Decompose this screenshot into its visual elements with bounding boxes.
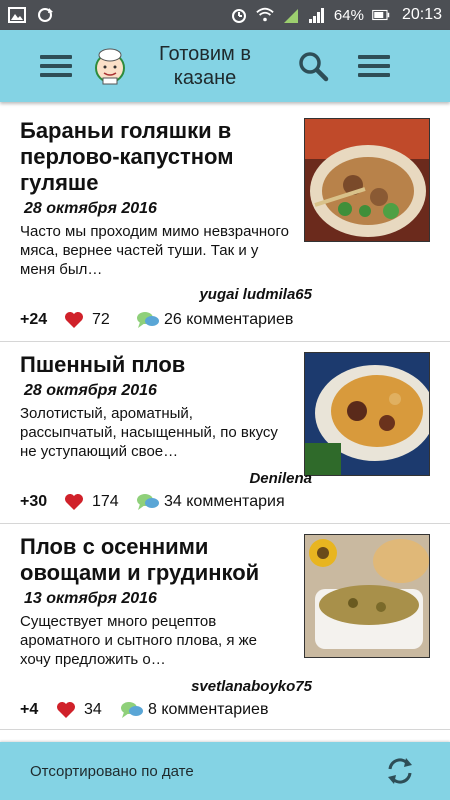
recipe-author[interactable]: Denilena [249,470,312,487]
recipe-stats: +30 174 34 комментария [20,492,285,512]
comment-bubble-icon[interactable] [136,310,160,330]
sim1-signal-icon [282,6,300,24]
recipe-thumbnail[interactable] [304,118,430,242]
recipe-excerpt: Золотистый, ароматный, рассыпчатый, насы… [20,405,278,460]
battery-percent: 64% [333,6,364,24]
comment-count[interactable]: 26 комментариев [164,311,293,329]
recipe-card[interactable]: Плов с осенними овощами и грудинкой 13 о… [0,524,450,730]
recipe-stats: +24 72 26 комментариев [20,310,293,330]
search-icon[interactable] [296,49,330,83]
recipe-date: 13 октября 2016 [24,590,157,607]
sort-label[interactable]: Отсортировано по дате [30,763,194,780]
recipe-card[interactable]: Пшенный плов 28 октября 2016 Золотистый,… [0,342,450,524]
refresh-icon[interactable] [384,755,416,787]
like-count: 174 [92,493,119,510]
like-count: 72 [92,311,110,328]
heart-icon[interactable] [56,701,76,719]
vote-count: +30 [20,493,48,510]
app-bar: Готовим в казане [0,30,450,102]
comment-count[interactable]: 8 комментариев [148,701,268,719]
vote-count: +24 [20,311,48,328]
gallery-icon [8,6,26,24]
recipe-excerpt: Часто мы проходим мимо невзрачного мяса,… [20,223,290,278]
recipe-date: 28 октября 2016 [24,200,157,217]
battery-icon [372,6,390,24]
recipe-date: 28 октября 2016 [24,382,157,399]
comment-bubble-icon[interactable] [120,700,144,720]
vote-count: +4 [20,701,39,718]
wifi-icon [256,6,274,24]
recipe-title[interactable]: Пшенный плов [20,352,290,378]
recipe-title[interactable]: Плов с осенними овощами и грудинкой [20,534,290,586]
menu-icon[interactable] [358,55,390,77]
recipe-stats: +4 34 8 комментариев [20,700,268,720]
status-bar: 64% 20:13 [0,0,450,30]
app-title: Готовим в казане [159,43,251,89]
clock: 20:13 [401,6,442,23]
sort-footer: Отсортировано по дате [0,742,450,800]
alarm-icon [230,6,248,24]
signal-icon [308,6,326,24]
recipe-card[interactable]: Бараньи голяшки в перлово-капустном гуля… [0,108,450,342]
hamburger-icon[interactable] [40,55,72,77]
comment-bubble-icon[interactable] [136,492,160,512]
like-count: 34 [84,701,102,718]
recipe-list: Бараньи голяшки в перлово-капустном гуля… [0,108,450,730]
recipe-author[interactable]: svetlanaboyko75 [191,678,312,695]
recipe-excerpt: Существует много рецептов ароматного и с… [20,613,258,668]
comment-count[interactable]: 34 комментария [164,493,285,511]
heart-icon[interactable] [64,493,84,511]
recipe-thumbnail[interactable] [304,534,430,658]
recipe-author[interactable]: yugai ludmila65 [199,286,312,303]
chef-logo [90,46,130,86]
recipe-thumbnail[interactable] [304,352,430,476]
heart-icon[interactable] [64,311,84,329]
sync-icon [36,6,54,24]
recipe-title[interactable]: Бараньи голяшки в перлово-капустном гуля… [20,118,290,196]
